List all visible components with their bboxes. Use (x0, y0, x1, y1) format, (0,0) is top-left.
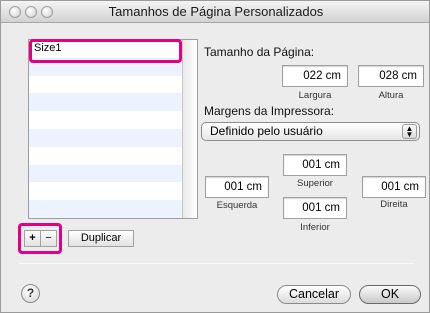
window-title: Tamanhos de Página Personalizados (108, 4, 324, 19)
empty-list-row (29, 128, 197, 147)
cancel-button[interactable]: Cancelar (277, 285, 351, 304)
empty-list-row (29, 164, 197, 183)
title-bar: Tamanhos de Página Personalizados (1, 1, 429, 23)
page-width-field[interactable]: 022 cm (282, 65, 348, 87)
empty-list-row (29, 76, 197, 94)
page-size-heading: Tamanho da Página: (204, 45, 315, 59)
margins-mode-popup[interactable]: Definido pelo usuário ▲ ▼ (201, 122, 420, 141)
duplicate-button[interactable]: Duplicar (68, 230, 134, 247)
custom-page-sizes-dialog: Tamanhos de Página Personalizados Size1 … (0, 0, 430, 313)
add-button-highlight-frame (18, 223, 62, 254)
height-label: Altura (378, 90, 404, 101)
empty-list-row (29, 111, 197, 129)
margin-left-label: Esquerda (216, 200, 258, 211)
empty-list-row (29, 200, 197, 218)
margin-right-field[interactable]: 001 cm (362, 176, 426, 198)
popup-arrows-icon: ▲ ▼ (402, 124, 417, 139)
margin-right-label: Direita (380, 199, 408, 210)
empty-list-row (29, 182, 197, 200)
margin-bottom-label: Inferior (300, 222, 330, 233)
size1-highlight-frame (29, 39, 182, 63)
margin-top-label: Superior (297, 178, 333, 189)
page-height-field[interactable]: 028 cm (358, 65, 424, 87)
margin-left-field[interactable]: 001 cm (205, 176, 269, 198)
margin-top-field[interactable]: 001 cm (283, 154, 347, 176)
list-scrollbar[interactable] (182, 40, 197, 218)
printer-margins-heading: Margens da Impressora: (204, 104, 335, 118)
margins-mode-value: Definido pelo usuário (210, 124, 323, 138)
help-icon[interactable]: ? (21, 284, 40, 303)
size-list[interactable]: Size1 (28, 39, 198, 219)
empty-list-row (29, 93, 197, 112)
ok-button[interactable]: OK (359, 285, 421, 304)
width-label: Largura (298, 90, 332, 101)
separator-line (19, 263, 415, 264)
empty-list-row (29, 147, 197, 165)
margin-bottom-field[interactable]: 001 cm (283, 197, 347, 219)
